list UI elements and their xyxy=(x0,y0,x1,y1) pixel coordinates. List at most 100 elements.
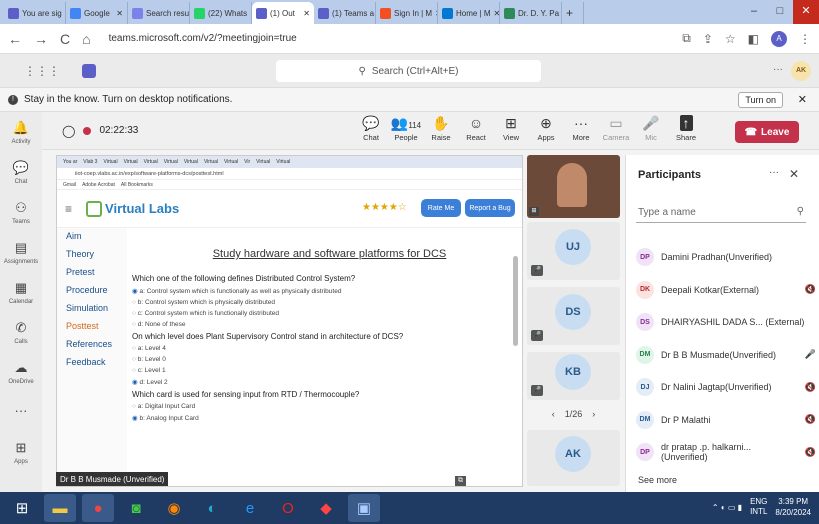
rail-item-assignments[interactable]: ▤ Assignments xyxy=(0,232,42,272)
tab-favicon-icon xyxy=(8,7,19,19)
search-placeholder: Search (Ctrl+Alt+E) xyxy=(371,65,459,77)
answer-option: ◉ d: Level 2 xyxy=(132,378,512,386)
share-icon[interactable]: ⇪ xyxy=(703,32,713,46)
new-tab-button[interactable]: + xyxy=(562,2,584,24)
tool-share[interactable]: ↑ Share xyxy=(669,115,703,142)
tool-people[interactable]: 👥114 People xyxy=(389,115,423,142)
rail-item-calendar[interactable]: ▦ Calendar xyxy=(0,272,42,312)
settings-more-icon[interactable]: ··· xyxy=(773,64,783,75)
tool-more[interactable]: ··· More xyxy=(564,115,598,142)
participant-row[interactable]: DS DHAIRYASHIL DADA S... (External) xyxy=(636,310,816,334)
participant-row[interactable]: DM Dr P Malathi 🔇 xyxy=(636,408,816,432)
dismiss-icon[interactable]: ✕ xyxy=(798,93,807,106)
participant-row[interactable]: DK Deepali Kotkar(External) 🔇 xyxy=(636,278,816,302)
browser-menu-icon[interactable]: ⋮ xyxy=(799,32,811,46)
mic-status-icon: 🔇 xyxy=(804,284,816,294)
shared-tab: Vlab 3 xyxy=(83,159,98,165)
rail-item-activity[interactable]: 🔔 Activity xyxy=(0,112,42,152)
presenter-video xyxy=(557,163,587,207)
browser-tab[interactable]: Google ✕ xyxy=(66,2,128,24)
opera-icon[interactable]: O xyxy=(272,494,304,522)
profile-avatar[interactable]: A xyxy=(771,30,787,47)
firefox-icon[interactable]: ◉ xyxy=(158,494,190,522)
tool-mic[interactable]: 🎤 Mic xyxy=(634,115,668,142)
video-pin-icon: ⊞ xyxy=(529,207,539,216)
home-icon[interactable]: ⌂ xyxy=(82,31,90,47)
turn-on-button[interactable]: Turn on xyxy=(738,92,783,108)
browser-tab[interactable]: Sign In | M✕ xyxy=(376,2,438,24)
rail-item-teams[interactable]: ⚇ Teams xyxy=(0,192,42,232)
rail-item-onedrive[interactable]: ☁ OneDrive xyxy=(0,352,42,392)
tool-view[interactable]: ⊞ View xyxy=(494,115,528,142)
participant-row[interactable]: DJ Dr Nalini Jagtap(Unverified) 🔇 xyxy=(636,375,816,399)
participant-row[interactable]: DP dr pratap .p. halkarni... (Unverified)… xyxy=(636,440,816,464)
next-page-icon[interactable]: › xyxy=(592,409,595,419)
video-tile[interactable]: DS 🎤 xyxy=(527,287,620,345)
participant-row[interactable]: DM Dr B B Musmade(Unverified) 🎤 xyxy=(636,343,816,367)
leave-button[interactable]: ☎ Leave xyxy=(735,121,799,143)
vlab-main: Study hardware and software platforms fo… xyxy=(132,228,512,426)
minimize-icon[interactable]: – xyxy=(741,0,767,24)
tool-react[interactable]: ☺ React xyxy=(459,115,493,142)
region-code: INTL xyxy=(750,507,768,516)
react-icon: ☺ xyxy=(468,115,484,131)
rail-item-more[interactable]: ··· xyxy=(0,392,42,432)
start-icon[interactable]: ⊞ xyxy=(6,494,38,522)
window-controls: – □ ✕ xyxy=(741,0,819,24)
chrome-icon[interactable]: ● xyxy=(82,494,114,522)
edge-icon[interactable]: ◐ xyxy=(196,494,228,522)
ie-icon[interactable]: e xyxy=(234,494,266,522)
sidepanel-icon[interactable]: ◧ xyxy=(748,32,759,46)
tray-icons[interactable]: ⌃ ◐ ▭ ▮ xyxy=(712,503,742,512)
tab-close-icon[interactable]: ✕ xyxy=(303,9,310,18)
page-indicator: 1/26 xyxy=(564,409,583,419)
rail-item-apps[interactable]: ⊞ Apps xyxy=(0,432,42,472)
browser-tab[interactable]: Home | M ✕ xyxy=(438,2,500,24)
store-icon[interactable]: ◙ xyxy=(120,494,152,522)
language-indicator[interactable]: ENG INTL xyxy=(750,497,767,517)
video-tile[interactable]: AK xyxy=(527,430,620,486)
clock[interactable]: 3:39 PM 8/20/2024 xyxy=(775,496,811,518)
tool-raise[interactable]: ✋ Raise xyxy=(424,115,458,142)
video-tile[interactable]: UJ 🎤 xyxy=(527,222,620,280)
tool-apps[interactable]: ⊕ Apps xyxy=(529,115,563,142)
question-block: On which level does Plant Supervisory Co… xyxy=(132,332,512,386)
close-window-icon[interactable]: ✕ xyxy=(793,0,819,24)
shared-tab: You ar xyxy=(63,159,78,165)
browser-tab[interactable]: Dr. D. Y. Pa✕ xyxy=(500,2,562,24)
app-icon[interactable]: ◆ xyxy=(310,494,342,522)
video-tile-presenter[interactable]: ⊞ xyxy=(527,155,620,218)
option-text: b: Analog Input Card xyxy=(139,415,199,422)
panel-close-icon[interactable]: ✕ xyxy=(789,167,799,181)
tool-chat[interactable]: 💬 Chat xyxy=(354,115,388,142)
panel-more-icon[interactable]: ··· xyxy=(769,167,779,178)
see-more-link[interactable]: See more xyxy=(638,475,677,485)
app-launcher-icon[interactable]: ⋮⋮⋮ xyxy=(24,64,60,78)
install-icon[interactable]: ⧉ xyxy=(682,31,691,46)
reload-icon[interactable]: C xyxy=(60,31,70,47)
browser-tab[interactable]: (22) Whats✕ xyxy=(190,2,252,24)
browser-tab[interactable]: Search resu✕ xyxy=(128,2,190,24)
forward-icon[interactable]: → xyxy=(34,31,48,47)
prev-page-icon[interactable]: ‹ xyxy=(552,409,555,419)
tab-close-icon[interactable]: ✕ xyxy=(116,9,123,18)
info-icon: ! xyxy=(8,94,18,105)
maximize-icon[interactable]: □ xyxy=(767,0,793,24)
participant-row[interactable]: DP Damini Pradhan(Unverified) xyxy=(636,245,816,269)
rail-item-calls[interactable]: ✆ Calls xyxy=(0,312,42,352)
tool-camera[interactable]: ▭ Camera xyxy=(599,115,633,142)
video-tile[interactable]: KB 🎤 xyxy=(527,352,620,400)
browser-tab[interactable]: (1) Out ✕ xyxy=(252,2,314,24)
participant-search-input[interactable]: Type a name ⚲ xyxy=(636,203,806,223)
back-icon[interactable]: ← xyxy=(8,31,22,47)
user-avatar[interactable]: AK xyxy=(791,61,811,81)
file-explorer-icon[interactable]: ▬ xyxy=(44,494,76,522)
rail-item-chat[interactable]: 💬 Chat xyxy=(0,152,42,192)
browser-tab[interactable]: You are sig✕ xyxy=(4,2,66,24)
bookmark-star-icon[interactable]: ☆ xyxy=(725,32,736,46)
image-viewer-icon[interactable]: ▣ xyxy=(348,494,380,522)
url-field[interactable]: teams.microsoft.com/v2/?meetingjoin=true xyxy=(109,33,671,44)
browser-tab-strip: You are sig✕Google✕Search resu✕(22) What… xyxy=(0,0,819,24)
browser-tab[interactable]: (1) Teams a✕ xyxy=(314,2,376,24)
search-input[interactable]: ⚲ Search (Ctrl+Alt+E) xyxy=(276,60,541,82)
